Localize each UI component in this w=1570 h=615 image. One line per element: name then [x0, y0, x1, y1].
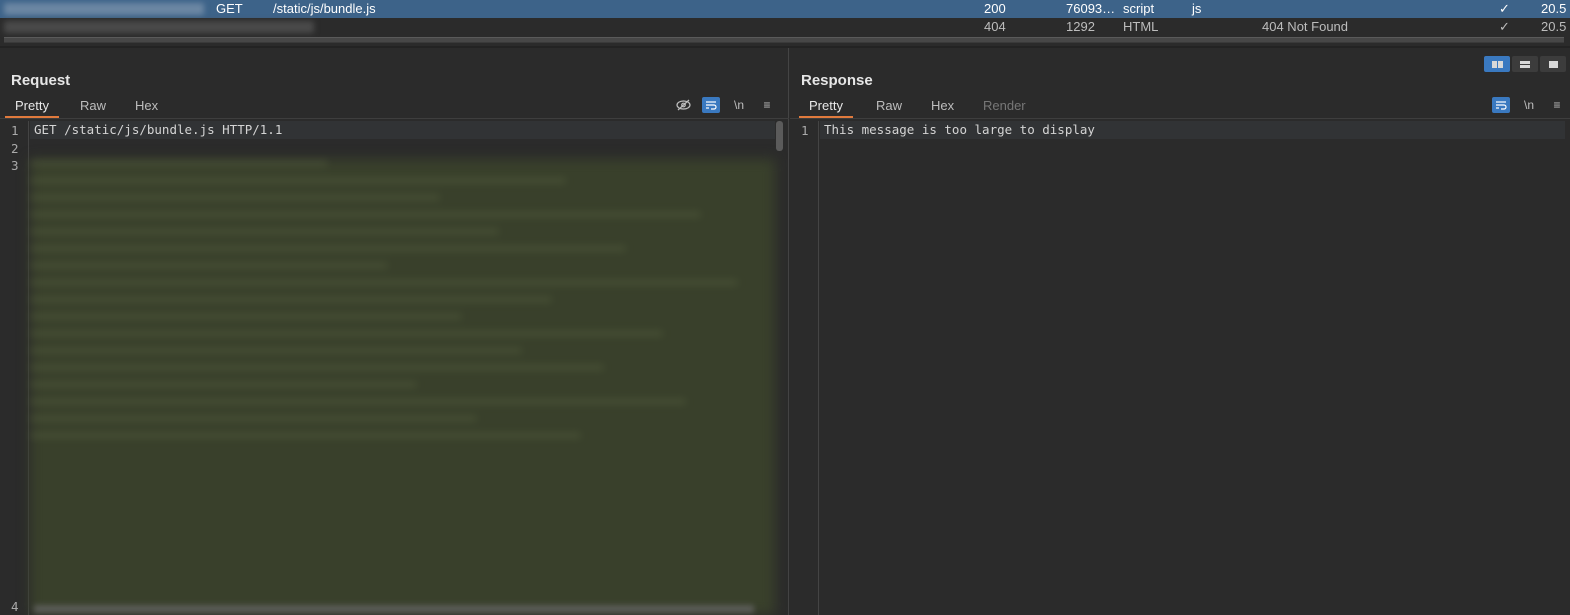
- wrap-icon[interactable]: [702, 97, 720, 113]
- extension-cell: js: [1192, 1, 1202, 16]
- menu-icon[interactable]: ≡: [758, 97, 776, 113]
- line-number: 1: [11, 123, 19, 138]
- table-row[interactable]: 404 1292 HTML 404 Not Found ✓ 20.5: [0, 18, 1570, 36]
- mime-cell: HTML: [1123, 19, 1159, 34]
- mime-cell: script: [1123, 1, 1155, 16]
- table-row[interactable]: GET /static/js/bundle.js 200 76093… scri…: [0, 0, 1570, 18]
- line-number: 4: [11, 599, 19, 614]
- line-gutter: 1: [790, 121, 819, 615]
- vertical-scrollbar[interactable]: [776, 121, 783, 151]
- time-cell: 20.5: [1541, 19, 1567, 34]
- status-cell: 404: [984, 19, 1006, 34]
- single-pane-icon[interactable]: [1540, 56, 1566, 72]
- split-vertical-icon[interactable]: [1512, 56, 1538, 72]
- time-cell: 20.5: [1541, 1, 1567, 16]
- line-gutter: 1 2 3 4: [0, 121, 29, 615]
- history-table: GET /static/js/bundle.js 200 76093… scri…: [0, 0, 1570, 48]
- layout-toggle: [1484, 56, 1566, 72]
- title-cell: 404 Not Found: [1262, 19, 1349, 34]
- tab-divider: [0, 118, 789, 119]
- response-panel: Response Pretty Raw Hex Render \n ≡ 1 Th…: [790, 48, 1570, 615]
- request-editor[interactable]: 1 2 3 4 GET /static/js/bundle.js HTTP/1.…: [0, 121, 788, 615]
- method-cell: GET: [216, 1, 243, 16]
- hide-icon[interactable]: [674, 97, 692, 113]
- menu-icon[interactable]: ≡: [1548, 97, 1566, 113]
- request-line: GET /static/js/bundle.js HTTP/1.1: [30, 121, 775, 139]
- split-horizontal-icon[interactable]: [1484, 56, 1510, 72]
- tab-render[interactable]: Render: [973, 96, 1036, 118]
- tab-pretty[interactable]: Pretty: [5, 96, 59, 118]
- check-icon: ✓: [1499, 1, 1510, 16]
- response-editor[interactable]: 1 This message is too large to display: [790, 121, 1570, 615]
- tab-hex[interactable]: Hex: [921, 96, 964, 118]
- request-title: Request: [11, 72, 71, 89]
- length-cell: 76093…: [1066, 1, 1116, 16]
- status-cell: 200: [984, 1, 1006, 16]
- redacted-cells: [4, 3, 204, 15]
- redacted-cells: [4, 21, 314, 33]
- tab-divider: [790, 118, 1570, 119]
- request-panel: Request Pretty Raw Hex \n ≡ 1 2 3 4 GET …: [0, 48, 789, 615]
- wrap-icon[interactable]: [1492, 97, 1510, 113]
- line-number: 3: [11, 158, 19, 173]
- newline-icon[interactable]: \n: [730, 97, 748, 113]
- newline-icon[interactable]: \n: [1520, 97, 1538, 113]
- horizontal-scrollbar[interactable]: [4, 37, 1564, 43]
- url-cell: /static/js/bundle.js: [273, 1, 376, 16]
- line-number: 1: [801, 123, 809, 138]
- tab-pretty[interactable]: Pretty: [799, 96, 853, 118]
- length-cell: 1292: [1066, 19, 1095, 34]
- check-icon: ✓: [1499, 19, 1510, 34]
- tab-hex[interactable]: Hex: [125, 96, 168, 118]
- redacted-lines: [30, 151, 775, 611]
- tab-raw[interactable]: Raw: [70, 96, 116, 118]
- response-title: Response: [801, 72, 873, 89]
- response-message: This message is too large to display: [820, 121, 1565, 139]
- tab-raw[interactable]: Raw: [866, 96, 912, 118]
- redacted-line: [34, 605, 754, 613]
- line-number: 2: [11, 141, 19, 156]
